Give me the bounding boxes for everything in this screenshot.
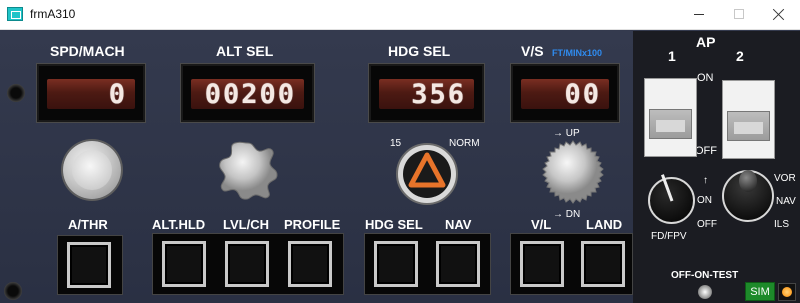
alt-sel-label: ALT SEL [216, 43, 274, 59]
close-button[interactable] [762, 3, 796, 25]
vl-button[interactable] [520, 241, 564, 287]
ap2-lever [727, 111, 770, 141]
land-label: LAND [586, 217, 623, 232]
fd-fpv-pointer [660, 173, 673, 202]
ap1-label: 1 [668, 48, 676, 64]
vs-unit-label: FT/MINx100 [552, 48, 603, 58]
fd-off-label: OFF [697, 219, 717, 230]
off-on-test-switch[interactable] [698, 285, 712, 299]
vs-glass: 00 [521, 78, 609, 110]
vor-label: VOR [774, 173, 796, 184]
hdg-sel-display: 356 [368, 63, 485, 123]
nav-mode-selector[interactable] [722, 170, 774, 222]
minimize-button[interactable] [682, 3, 716, 25]
spd-mach-value: 0 [108, 78, 127, 110]
vs-label: V/S [521, 43, 544, 59]
heading-knob[interactable] [395, 142, 459, 206]
vs-value: 00 [564, 78, 601, 110]
nav-mode-knob-cap [739, 170, 757, 192]
ap1-switch[interactable] [644, 78, 697, 157]
vl-land-group [510, 233, 633, 295]
hdg-sel-glass: 356 [379, 78, 474, 110]
ap2-switch[interactable] [722, 80, 775, 159]
vertical-speed-knob[interactable] [541, 140, 605, 204]
profile-label: PROFILE [284, 217, 341, 232]
ap2-label: 2 [736, 48, 744, 64]
alt-sel-display: 00200 [180, 63, 315, 123]
off-on-test-label: OFF-ON-TEST [671, 270, 739, 281]
alt-hld-label: ALT.HLD [152, 217, 206, 232]
ils-label: ILS [774, 219, 790, 230]
indicator-lamp [778, 283, 796, 301]
nav-button[interactable] [436, 241, 480, 287]
screw-icon [7, 84, 25, 102]
fd-on-label: ON [697, 195, 712, 206]
hdg-sel-button[interactable] [374, 241, 418, 287]
vs-dn-label: → DN [553, 209, 581, 220]
fd-fpv-label: FD/FPV [651, 231, 687, 242]
hdg-sel-button-label: HDG SEL [365, 217, 423, 232]
window-title-bar: frmA310 [0, 0, 800, 30]
maximize-icon [734, 9, 744, 19]
spd-mach-display: 0 [36, 63, 146, 123]
lvl-ch-label: LVL/CH [223, 217, 269, 232]
hdg-sel-value: 356 [411, 78, 466, 110]
athr-group [57, 235, 123, 295]
altitude-knob[interactable] [218, 141, 278, 201]
fd-arrow-label: ↑ [703, 175, 708, 186]
profile-button[interactable] [288, 241, 332, 287]
alt-hld-button[interactable] [162, 241, 206, 287]
land-button[interactable] [581, 241, 625, 287]
athr-button[interactable] [67, 242, 111, 288]
minimize-icon [694, 13, 704, 15]
nav-mode-label: NAV [776, 196, 796, 207]
ap-off-label: OFF [695, 145, 717, 157]
nav-label: NAV [445, 217, 472, 232]
ap1-lever [649, 109, 692, 139]
alt-sel-glass: 00200 [191, 78, 304, 110]
spd-mach-label: SPD/MACH [50, 43, 125, 59]
screw-icon [4, 282, 22, 300]
hdg-sel-label: HDG SEL [388, 43, 451, 59]
alt-sel-value: 00200 [204, 78, 296, 110]
fd-fpv-selector[interactable] [648, 173, 695, 224]
ap-on-label: ON [697, 72, 714, 84]
vs-display: 00 [510, 63, 620, 123]
sim-badge: SIM [745, 282, 775, 301]
lateral-vertical-group [152, 233, 344, 295]
speed-knob[interactable] [63, 141, 121, 199]
autopilot-section [633, 31, 800, 303]
maximize-button[interactable] [722, 3, 756, 25]
athr-label: A/THR [68, 217, 108, 232]
ap-label: AP [696, 34, 716, 50]
spd-mach-glass: 0 [47, 78, 135, 110]
window-title: frmA310 [30, 7, 76, 21]
app-icon [7, 7, 23, 21]
close-icon [773, 8, 785, 20]
vl-label: V/L [531, 217, 552, 232]
lamp-icon [782, 287, 792, 297]
heading-nav-group [364, 233, 491, 295]
lvl-ch-button[interactable] [225, 241, 269, 287]
vs-up-label: → UP [553, 128, 580, 139]
